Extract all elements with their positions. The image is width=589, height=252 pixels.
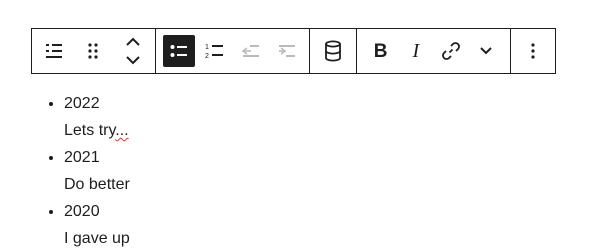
unordered-list-icon (170, 45, 187, 57)
drag-handle-button[interactable] (77, 35, 109, 67)
list-item-text: Do better (64, 176, 130, 193)
list-item[interactable]: 2021 Do better (64, 144, 130, 198)
database-button[interactable] (317, 35, 349, 67)
data-group (310, 29, 357, 73)
block-controls-group (32, 29, 156, 73)
list-item-title: 2021 (64, 149, 100, 166)
list-item-text: I gave up (64, 230, 130, 247)
chevron-down-icon (480, 47, 493, 55)
options-button[interactable] (517, 35, 549, 67)
outdent-button[interactable] (235, 35, 267, 67)
more-rich-text-button[interactable] (470, 35, 502, 67)
list-item[interactable]: 2020 I gave up (64, 198, 130, 252)
list-block-icon (46, 44, 62, 58)
list-item-title: 2022 (64, 95, 100, 112)
list-item-text: Lets try... (64, 117, 130, 144)
list-item[interactable]: 2022 Lets try... (64, 90, 130, 144)
indent-button[interactable] (271, 35, 303, 67)
drag-handle-icon (88, 43, 99, 59)
bold-label: B (373, 40, 388, 62)
list-block-button[interactable] (38, 35, 70, 67)
indent-icon (278, 45, 295, 57)
list-item-text-plain: Lets try (64, 122, 116, 139)
list-format-group: 1 2 (156, 29, 310, 73)
ordered-list-button[interactable]: 1 2 (199, 35, 231, 67)
more-vertical-icon (531, 43, 535, 59)
ordered-list-icon: 1 2 (205, 44, 223, 60)
block-toolbar: 1 2 B I (31, 28, 556, 74)
list-item-title: 2020 (64, 203, 100, 220)
move-up-down-icon (126, 37, 140, 65)
spelling-error-mark: ... (115, 122, 129, 139)
svg-text:2: 2 (205, 53, 209, 60)
options-group (511, 29, 555, 73)
rich-text-group: B I (357, 29, 511, 73)
move-up-down-button[interactable] (117, 35, 149, 67)
bold-button[interactable]: B (365, 35, 397, 67)
link-icon (442, 42, 461, 60)
link-button[interactable] (435, 35, 467, 67)
outdent-icon (241, 45, 259, 57)
unordered-list-button[interactable] (162, 35, 195, 67)
italic-button[interactable]: I (400, 35, 432, 67)
italic-label: I (412, 40, 420, 62)
list-content[interactable]: 2022 Lets try... 2021 Do better 2020 I g… (32, 90, 130, 252)
svg-text:1: 1 (205, 44, 209, 51)
database-icon (325, 40, 341, 62)
bulleted-list: 2022 Lets try... 2021 Do better 2020 I g… (32, 90, 130, 252)
